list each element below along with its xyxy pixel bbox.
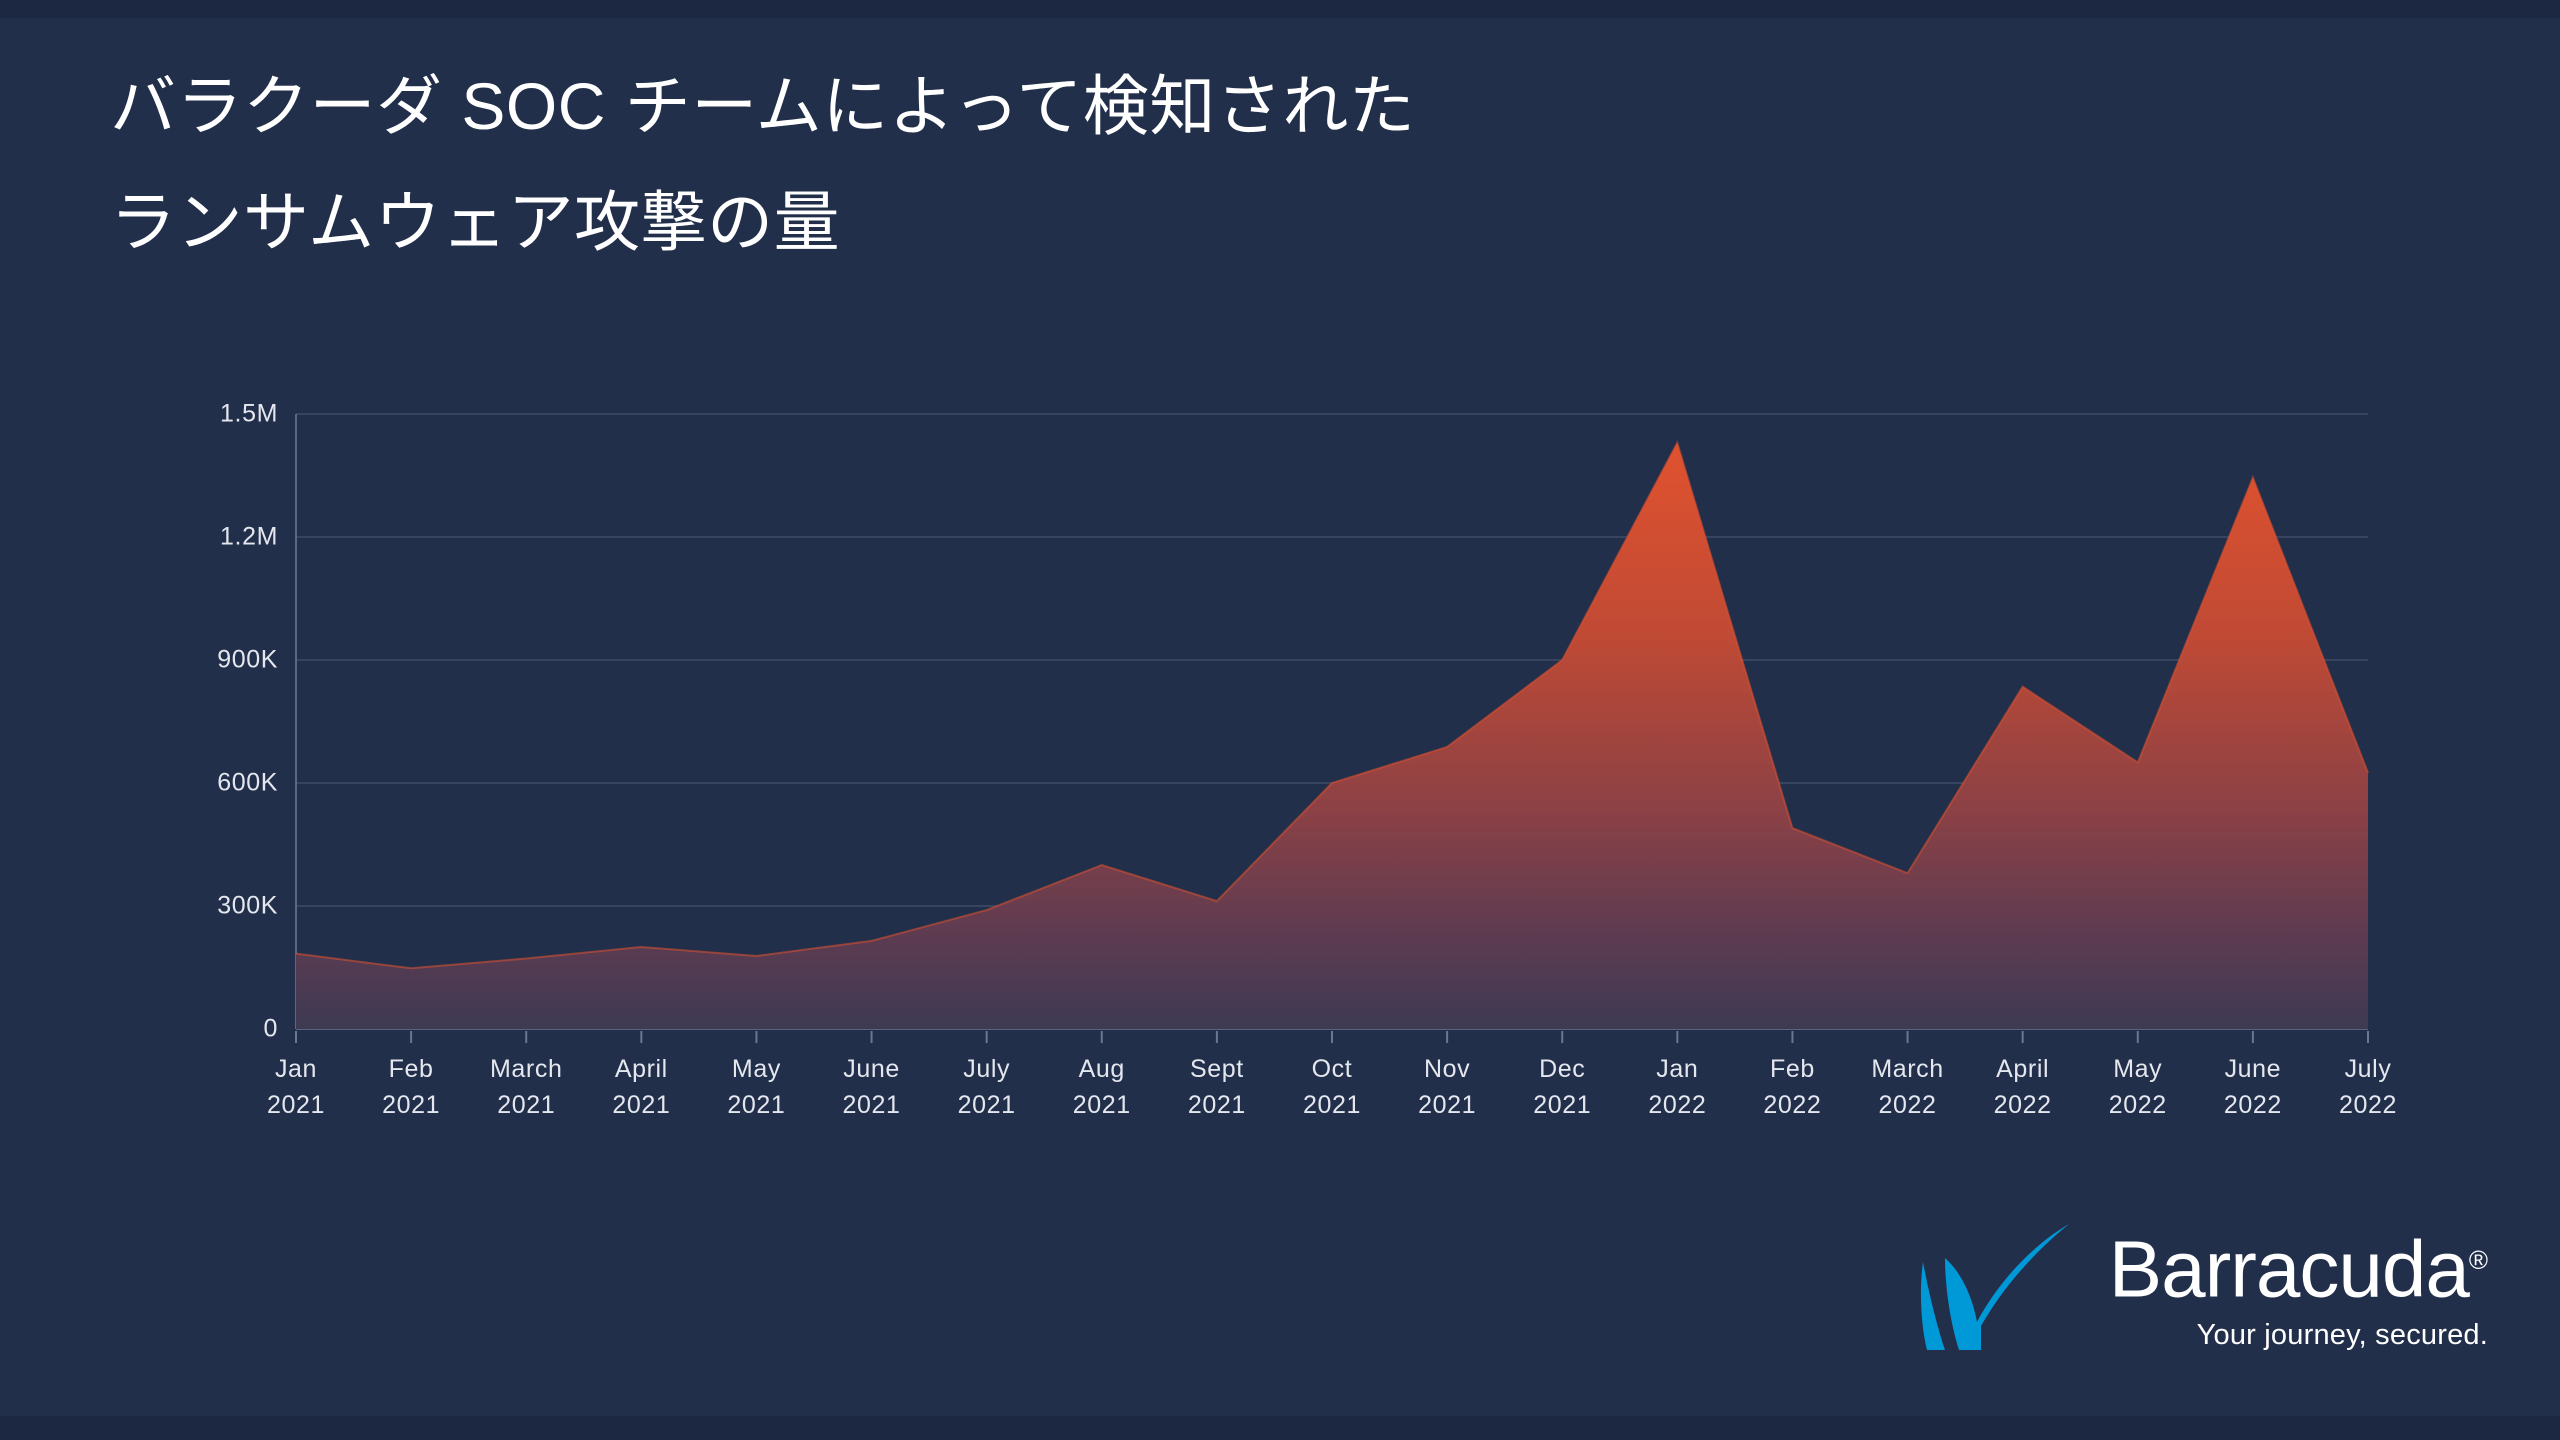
barracuda-logo: Barracuda® Your journey, secured. <box>1919 1217 2488 1352</box>
logo-registered-mark: ® <box>2468 1245 2488 1276</box>
logo-wordmark: Barracuda® <box>2109 1217 2488 1313</box>
logo-wordmark-text: Barracuda <box>2108 1225 2470 1314</box>
logo-tagline: Your journey, secured. <box>2196 1319 2488 1351</box>
x-axis-tick-label: July 2022 <box>2288 1051 2448 1123</box>
slide-root: バラクーダ SOC チームによって検知された ランサムウェア攻撃の量 0 300… <box>0 0 2560 1440</box>
x-tick-month: July <box>2344 1055 2392 1083</box>
x-tick-year: 2022 <box>2338 1091 2397 1119</box>
barracuda-wave-icon <box>1920 1224 2069 1350</box>
